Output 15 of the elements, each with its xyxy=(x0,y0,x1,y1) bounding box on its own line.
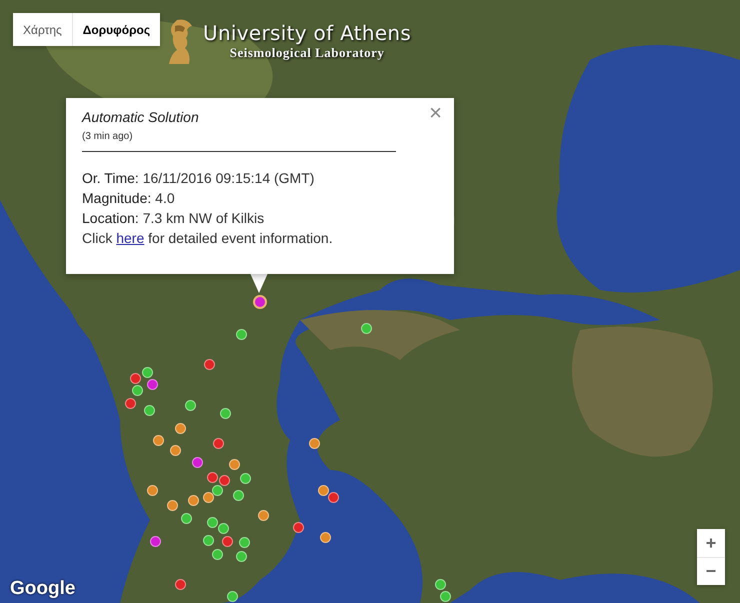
popup-text: Click here for detailed event information. xyxy=(82,229,333,248)
popup-field: Location: 7.3 km NW of Kilkis xyxy=(82,208,264,228)
details-link[interactable]: here xyxy=(116,230,144,246)
popup-field: Magnitude: 4.0 xyxy=(82,188,175,208)
zoom-in-button[interactable]: + xyxy=(697,529,725,557)
zoom-out-button[interactable]: − xyxy=(697,557,725,585)
logo-title: University of Athens xyxy=(203,21,412,45)
map-attribution: Google xyxy=(10,578,76,600)
map-type-button[interactable]: Χάρτης xyxy=(13,13,72,46)
popup-title: Automatic Solution xyxy=(82,109,199,125)
popup-field: Or. Time: 16/11/2016 09:15:14 (GMT) xyxy=(82,168,314,188)
logo-subtitle: Seismological Laboratory xyxy=(230,45,384,61)
close-button[interactable]: × xyxy=(427,102,444,124)
map-type-button[interactable]: Δορυφόρος xyxy=(72,13,160,46)
popup-subtitle: (3 min ago) xyxy=(82,131,133,142)
